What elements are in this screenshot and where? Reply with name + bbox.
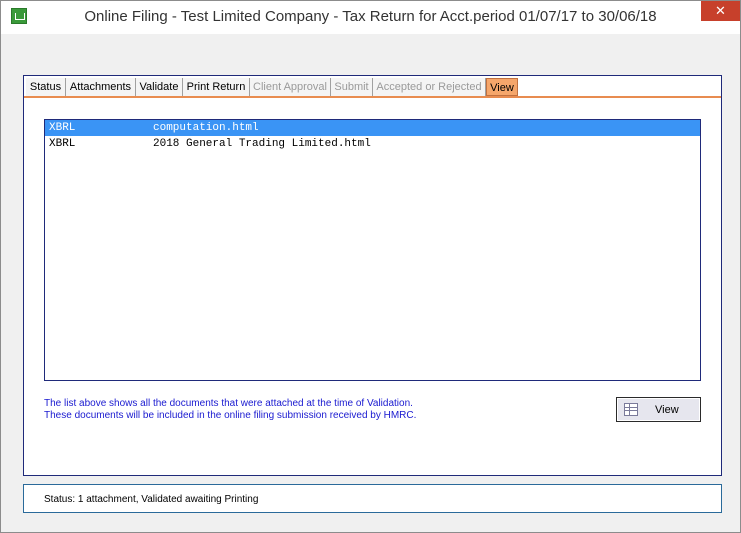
info-line-2: These documents will be included in the … [44, 410, 417, 421]
tab-print-return[interactable]: Print Return [183, 78, 250, 96]
info-line-1: The list above shows all the documents t… [44, 398, 413, 409]
tab-validate[interactable]: Validate [136, 78, 183, 96]
document-type: XBRL [49, 122, 76, 134]
grid-icon [624, 403, 638, 416]
tab-attachments[interactable]: Attachments [66, 78, 136, 96]
tab-view[interactable]: View [486, 78, 518, 96]
status-bar: Status: 1 attachment, Validated awaiting… [23, 484, 722, 513]
view-button-label: View [655, 404, 679, 416]
tab-accepted-or-rejected: Accepted or Rejected [373, 78, 486, 96]
document-file: 2018 General Trading Limited.html [153, 138, 371, 150]
tab-submit: Submit [331, 78, 373, 96]
document-type: XBRL [49, 138, 76, 150]
document-file: computation.html [153, 122, 259, 134]
tab-client-approval: Client Approval [250, 78, 331, 96]
list-item[interactable]: XBRL computation.html [45, 120, 700, 136]
tab-status[interactable]: Status [26, 78, 66, 96]
window-title: Online Filing - Test Limited Company - T… [84, 8, 657, 25]
close-button[interactable]: ✕ [701, 1, 740, 21]
tab-panel: Status Attachments Validate Print Return… [23, 75, 722, 476]
tab-strip: Status Attachments Validate Print Return… [24, 78, 721, 98]
info-text: The list above shows all the documents t… [44, 398, 604, 422]
document-list[interactable]: XBRL computation.html XBRL 2018 General … [44, 119, 701, 381]
list-item[interactable]: XBRL 2018 General Trading Limited.html [45, 136, 700, 152]
title-bar: Online Filing - Test Limited Company - T… [1, 1, 740, 34]
online-filing-window: Online Filing - Test Limited Company - T… [0, 0, 741, 533]
status-text: Status: 1 attachment, Validated awaiting… [44, 494, 259, 505]
view-button[interactable]: View [616, 397, 701, 422]
